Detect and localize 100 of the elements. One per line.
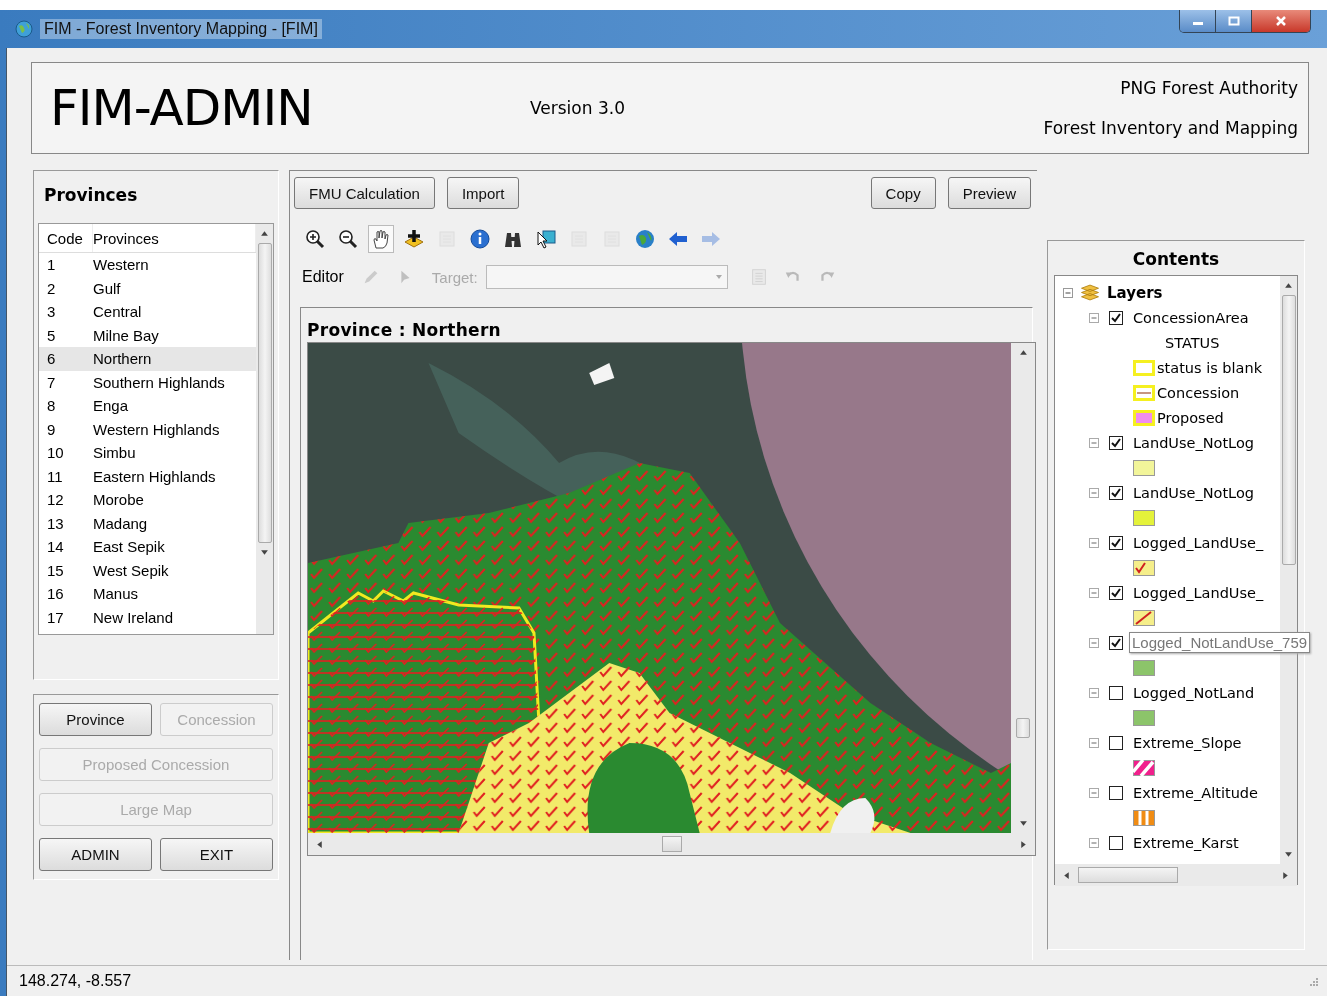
table-cell-text: Southern Highlands bbox=[93, 373, 226, 391]
table-cell-text: 2 bbox=[46, 279, 57, 297]
province-row[interactable]: 7 Southern Highlands bbox=[39, 370, 256, 394]
zoom-in-icon bbox=[304, 228, 326, 250]
scrollbar[interactable] bbox=[308, 833, 1035, 855]
zoom-out-icon bbox=[337, 228, 359, 250]
checkbox[interactable] bbox=[1109, 835, 1123, 850]
province-row[interactable]: 11 Eastern Highlands bbox=[39, 464, 256, 488]
scroll-left-icon[interactable] bbox=[1063, 870, 1070, 880]
collapse-icon[interactable] bbox=[1089, 637, 1099, 648]
table-cell-text: 9 bbox=[46, 420, 57, 438]
scroll-down-icon[interactable] bbox=[260, 549, 269, 556]
action-button[interactable]: EXIT bbox=[160, 838, 273, 871]
checkbox[interactable] bbox=[1109, 635, 1123, 650]
tree-item[interactable]: Extreme_Altitude bbox=[1133, 784, 1258, 801]
scroll-up-icon[interactable] bbox=[1018, 349, 1028, 356]
province-row[interactable]: 17 New Ireland bbox=[39, 605, 256, 629]
scroll-thumb[interactable] bbox=[1078, 867, 1178, 883]
toolbar-button[interactable]: Copy bbox=[870, 177, 936, 209]
table-cell-text: 15 bbox=[46, 561, 65, 579]
tree-item[interactable]: Extreme_Karst bbox=[1133, 834, 1239, 851]
organization-label: Forest Inventory and Mapping bbox=[1043, 118, 1298, 138]
province-row[interactable]: 14 East Sepik bbox=[39, 535, 256, 559]
legend-label: status is blank bbox=[1157, 359, 1263, 376]
scrollbar[interactable] bbox=[1055, 864, 1297, 886]
province-row[interactable]: 5 Milne Bay bbox=[39, 323, 256, 347]
resize-grip-icon[interactable] bbox=[1307, 975, 1319, 987]
satellite-map-drawing[interactable] bbox=[308, 343, 1011, 833]
province-row[interactable]: 16 Manus bbox=[39, 582, 256, 606]
action-button[interactable]: ADMIN bbox=[39, 838, 152, 871]
maximize-button[interactable] bbox=[1216, 10, 1252, 32]
hand-tool-button[interactable] bbox=[368, 225, 394, 253]
checkbox[interactable] bbox=[1109, 785, 1123, 800]
collapse-icon[interactable] bbox=[1089, 312, 1099, 323]
tree-item[interactable]: LandUse_NotLog bbox=[1133, 484, 1254, 501]
organization-label: PNG Forest Authority bbox=[1120, 78, 1298, 98]
province-row[interactable]: 6 Northern bbox=[39, 347, 256, 371]
table-cell-text: New Ireland bbox=[93, 608, 175, 626]
province-row[interactable]: 3 Central bbox=[39, 300, 256, 324]
checkbox[interactable] bbox=[1109, 310, 1123, 325]
table-cell-text: Central bbox=[93, 303, 143, 321]
scroll-down-icon[interactable] bbox=[1284, 851, 1293, 858]
scroll-thumb[interactable] bbox=[1281, 295, 1296, 565]
province-row[interactable]: 12 Morobe bbox=[39, 488, 256, 512]
close-button[interactable] bbox=[1252, 10, 1310, 32]
checkbox[interactable] bbox=[1109, 485, 1123, 500]
checkbox[interactable] bbox=[1109, 435, 1123, 450]
scroll-up-icon[interactable] bbox=[260, 230, 269, 237]
checkbox[interactable] bbox=[1109, 535, 1123, 550]
scroll-right-icon[interactable] bbox=[1020, 839, 1027, 849]
action-button[interactable]: Province bbox=[39, 703, 152, 736]
province-row[interactable]: 10 Simbu bbox=[39, 441, 256, 465]
scroll-thumb[interactable] bbox=[1016, 718, 1030, 738]
checkbox[interactable] bbox=[1109, 735, 1123, 750]
collapse-icon[interactable] bbox=[1089, 737, 1099, 748]
scroll-thumb[interactable] bbox=[257, 243, 272, 543]
collapse-icon[interactable] bbox=[1089, 437, 1099, 448]
province-row[interactable]: 1 Western bbox=[39, 253, 256, 277]
table-cell-text: 11 bbox=[46, 467, 64, 485]
scroll-right-icon[interactable] bbox=[1282, 870, 1289, 880]
collapse-icon[interactable] bbox=[1089, 587, 1099, 598]
province-row[interactable]: 9 Western Highlands bbox=[39, 417, 256, 441]
province-row[interactable]: 8 Enga bbox=[39, 394, 256, 418]
tree-item[interactable]: Logged_NotLand bbox=[1133, 684, 1255, 701]
collapse-icon[interactable] bbox=[1089, 787, 1099, 798]
province-row[interactable]: 15 West Sepik bbox=[39, 558, 256, 582]
toolbar-button[interactable]: Import bbox=[446, 177, 520, 209]
minimize-button[interactable] bbox=[1180, 10, 1216, 32]
province-row[interactable]: 2 Gulf bbox=[39, 276, 256, 300]
checkbox[interactable] bbox=[1109, 685, 1123, 700]
collapse-icon[interactable] bbox=[1063, 287, 1073, 298]
tree-item[interactable]: Logged_LandUse_ bbox=[1133, 584, 1264, 601]
collapse-icon[interactable] bbox=[1089, 487, 1099, 498]
scroll-thumb[interactable] bbox=[661, 836, 682, 852]
scroll-left-icon[interactable] bbox=[316, 839, 323, 849]
table-cell-text: 13 bbox=[46, 514, 65, 532]
table-cell-text: 12 bbox=[46, 491, 65, 509]
collapse-icon[interactable] bbox=[1089, 837, 1099, 848]
table-cell-text: 17 bbox=[46, 608, 65, 626]
scrollbar[interactable] bbox=[1011, 343, 1035, 833]
tree-item[interactable]: Extreme_Slope bbox=[1133, 734, 1242, 751]
province-row[interactable]: 13 Madang bbox=[39, 511, 256, 535]
toolbar-button[interactable]: Preview bbox=[947, 177, 1031, 209]
table-cell-text: Morobe bbox=[93, 491, 145, 509]
tree-item[interactable]: ConcessionArea bbox=[1133, 309, 1249, 326]
scroll-up-icon[interactable] bbox=[1284, 282, 1293, 289]
scroll-down-icon[interactable] bbox=[1018, 820, 1028, 827]
tree-item[interactable]: Layers bbox=[1107, 283, 1163, 302]
cursor-icon bbox=[535, 228, 557, 250]
tree-item[interactable]: Logged_LandUse_ bbox=[1133, 534, 1264, 551]
column-header[interactable]: Code bbox=[39, 224, 93, 252]
toolbar-button[interactable]: FMU Calculation bbox=[294, 177, 435, 209]
collapse-icon[interactable] bbox=[1089, 687, 1099, 698]
legend-label: Proposed bbox=[1157, 409, 1224, 426]
panel-title: Contents bbox=[1131, 249, 1221, 271]
scrollbar[interactable] bbox=[256, 224, 273, 634]
tree-item[interactable]: LandUse_NotLog bbox=[1133, 434, 1254, 451]
close-icon bbox=[1275, 16, 1287, 26]
checkbox[interactable] bbox=[1109, 585, 1123, 600]
collapse-icon[interactable] bbox=[1089, 537, 1099, 548]
